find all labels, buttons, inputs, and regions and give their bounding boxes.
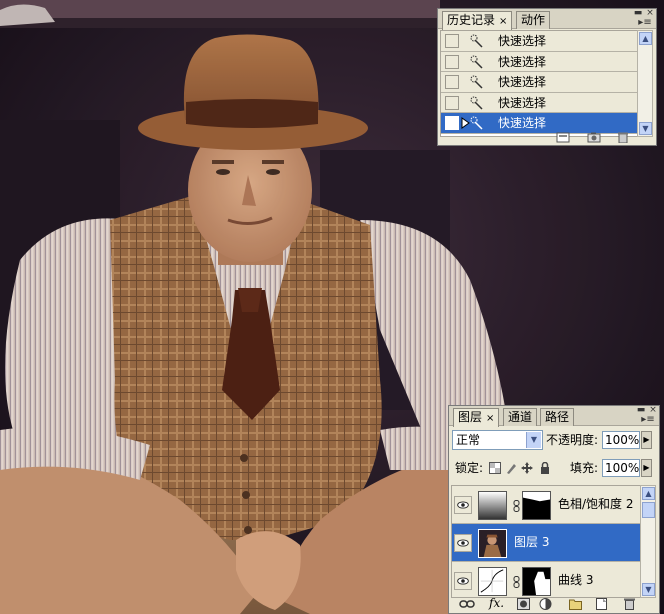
quick-selection-icon xyxy=(470,75,483,89)
fill-slider-arrow-icon[interactable]: ▶ xyxy=(641,459,652,477)
history-panel: 历史记录 × 动作 ▬ × ▸≡ 快速选择 快速选择 快速选择 快速选择 快速选… xyxy=(437,8,657,146)
photo-thumbnail xyxy=(479,530,506,557)
tab-label: 图层 xyxy=(458,410,483,424)
panel-menu-icon[interactable]: ▸≡ xyxy=(638,16,652,30)
quick-selection-icon xyxy=(470,116,483,130)
hue-saturation-adjustment-icon[interactable] xyxy=(478,491,507,520)
layer-name[interactable]: 色相/饱和度 2 xyxy=(558,496,634,512)
tab-actions[interactable]: 动作 xyxy=(516,11,551,29)
history-state-label: 快速选择 xyxy=(498,34,547,48)
add-mask-icon[interactable] xyxy=(517,598,530,610)
opacity-input[interactable]: 100% xyxy=(602,431,640,449)
eye-icon xyxy=(457,501,469,509)
opacity-slider-arrow-icon[interactable]: ▶ xyxy=(641,431,652,449)
panel-menu-icon[interactable]: ▸≡ xyxy=(641,413,655,427)
history-brush-source-checkbox[interactable] xyxy=(445,34,459,48)
layers-panel: 图层 × 通道 路径 ▬ × ▸≡ 正常 ▼ 不透明度: 100% ▶ 锁定: 填… xyxy=(448,405,660,614)
curves-adjustment-icon[interactable] xyxy=(478,567,507,596)
mask-shape xyxy=(534,571,550,595)
quick-selection-icon xyxy=(470,96,483,110)
eye-icon xyxy=(457,539,469,547)
history-state[interactable]: 快速选择 xyxy=(441,92,637,113)
tab-channels[interactable]: 通道 xyxy=(503,408,538,426)
history-state-label: 快速选择 xyxy=(498,54,547,69)
history-brush-source-checkbox[interactable] xyxy=(445,95,459,110)
scroll-up-icon[interactable]: ▲ xyxy=(639,32,652,45)
history-state[interactable]: 快速选择 xyxy=(441,31,637,52)
tab-label: 历史记录 xyxy=(447,13,496,27)
layer-name[interactable]: 曲线 3 xyxy=(558,572,593,588)
link-layers-icon[interactable] xyxy=(459,599,475,609)
eye-icon xyxy=(457,577,469,585)
history-brush-source-checkbox[interactable] xyxy=(445,54,459,69)
mask-shape xyxy=(523,492,550,502)
tab-layers[interactable]: 图层 × xyxy=(453,408,500,427)
history-footer xyxy=(438,132,656,145)
history-state[interactable]: 快速选择 xyxy=(441,72,637,93)
new-snapshot-icon[interactable] xyxy=(587,132,601,143)
layer-row-hue-saturation[interactable]: 色相/饱和度 2 xyxy=(452,486,642,524)
fill-input[interactable]: 100% xyxy=(602,459,640,477)
layers-scrollbar[interactable]: ▲ ▼ xyxy=(640,485,656,598)
new-document-from-state-icon[interactable] xyxy=(556,132,570,143)
lock-paint-icon[interactable] xyxy=(505,462,517,474)
chevron-down-icon[interactable]: ▼ xyxy=(526,432,541,448)
tab-close-icon[interactable]: × xyxy=(486,413,494,424)
layers-footer: fx. xyxy=(449,596,659,613)
opacity-label: 不透明度: xyxy=(546,433,599,447)
lock-all-icon[interactable] xyxy=(539,462,551,474)
trash-icon[interactable] xyxy=(623,598,636,610)
chain-link-icon[interactable] xyxy=(513,500,520,512)
layers-list[interactable]: 色相/饱和度 2 图层 3 曲线 3 xyxy=(451,485,643,598)
trash-icon[interactable] xyxy=(616,132,630,143)
adjustment-icon[interactable] xyxy=(539,598,552,610)
scroll-up-icon[interactable]: ▲ xyxy=(642,487,655,500)
fx-icon[interactable]: fx. xyxy=(489,596,504,610)
fill-label: 填充: xyxy=(570,461,599,475)
lock-transparent-icon[interactable] xyxy=(489,462,501,474)
layer-mask-thumbnail[interactable] xyxy=(522,567,551,596)
history-brush-source-checkbox[interactable] xyxy=(445,116,459,130)
history-brush-source-checkbox[interactable] xyxy=(445,75,459,89)
chain-link-icon[interactable] xyxy=(513,576,520,588)
tab-close-icon[interactable]: × xyxy=(499,16,507,27)
layer-thumbnail[interactable] xyxy=(478,529,507,558)
lock-label: 锁定: xyxy=(455,461,484,475)
tab-label: 动作 xyxy=(521,13,546,27)
visibility-toggle[interactable] xyxy=(454,572,472,590)
tab-history[interactable]: 历史记录 × xyxy=(442,11,513,30)
history-scrollbar[interactable]: ▲ ▼ xyxy=(637,30,653,137)
visibility-toggle[interactable] xyxy=(454,496,472,514)
layer-row-curves[interactable]: 曲线 3 xyxy=(452,562,642,597)
scroll-thumb[interactable] xyxy=(642,502,655,518)
history-state-label: 快速选择 xyxy=(498,95,547,110)
history-tabbar: 历史记录 × 动作 ▬ × ▸≡ xyxy=(438,8,656,30)
scroll-down-icon[interactable]: ▼ xyxy=(642,583,655,596)
blend-mode-select[interactable]: 正常 ▼ xyxy=(452,430,543,450)
tab-label: 路径 xyxy=(545,410,570,424)
history-state-current[interactable]: 快速选择 xyxy=(441,113,637,134)
history-list[interactable]: 快速选择 快速选择 快速选择 快速选择 快速选择 xyxy=(440,30,638,137)
layer-row-pixel[interactable]: 图层 3 xyxy=(452,524,642,562)
new-layer-icon[interactable] xyxy=(595,598,608,610)
layer-name[interactable]: 图层 3 xyxy=(514,534,549,550)
quick-selection-icon xyxy=(470,55,483,69)
layers-controls: 正常 ▼ 不透明度: 100% ▶ 锁定: 填充: 100% ▶ xyxy=(449,426,659,484)
tab-label: 通道 xyxy=(508,410,533,424)
history-state-label: 快速选择 xyxy=(498,75,547,89)
tab-paths[interactable]: 路径 xyxy=(540,408,575,426)
history-state[interactable]: 快速选择 xyxy=(441,51,637,72)
visibility-toggle[interactable] xyxy=(454,534,472,552)
curve-graph xyxy=(480,569,504,593)
quick-selection-icon xyxy=(470,34,483,48)
blend-mode-value: 正常 xyxy=(456,433,481,447)
lock-move-icon[interactable] xyxy=(521,462,533,474)
layers-tabbar: 图层 × 通道 路径 ▬ × ▸≡ xyxy=(449,405,659,427)
layer-mask-thumbnail[interactable] xyxy=(522,491,551,520)
group-icon[interactable] xyxy=(569,598,582,610)
history-state-label: 快速选择 xyxy=(498,116,547,130)
